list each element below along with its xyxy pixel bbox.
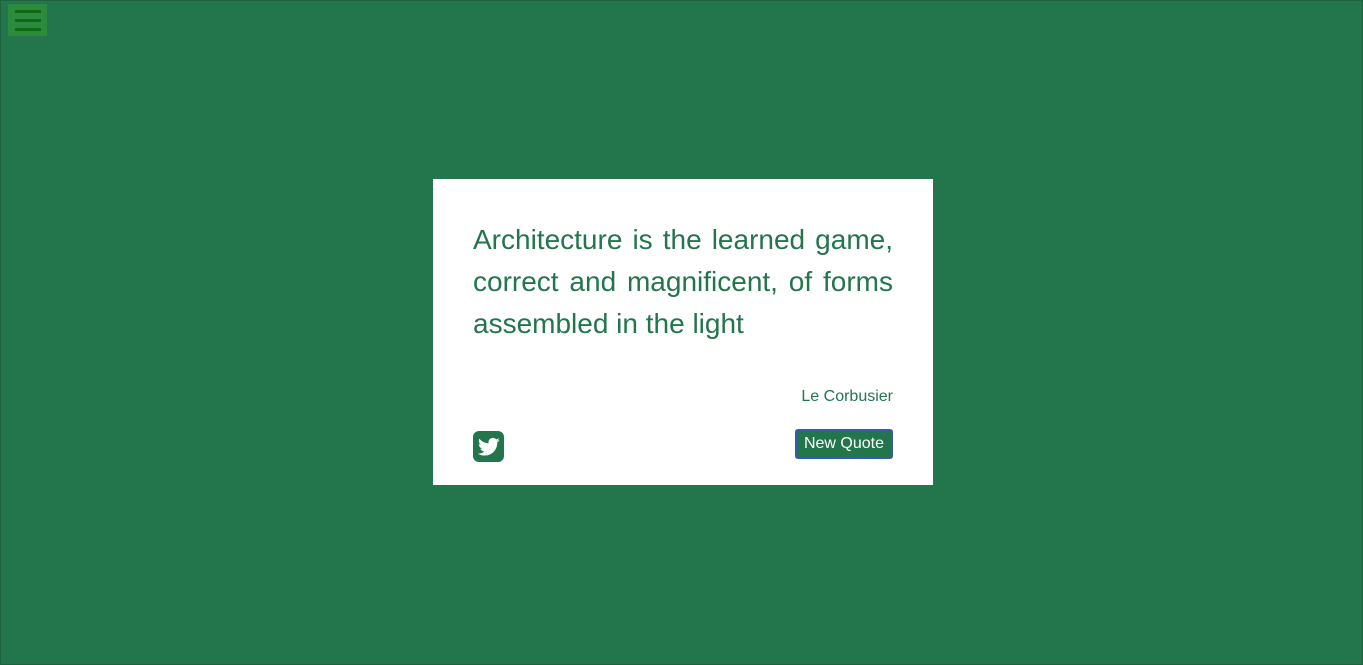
menu-bar [14, 9, 41, 13]
tweet-quote-button[interactable] [473, 431, 504, 462]
menu-bar [14, 27, 41, 31]
twitter-icon [477, 437, 500, 456]
quote-card: Architecture is the learned game, correc… [433, 179, 933, 485]
new-quote-button[interactable]: New Quote [794, 429, 893, 459]
hamburger-menu-button[interactable] [8, 4, 47, 36]
menu-bar [14, 18, 41, 22]
quote-text: Architecture is the learned game, correc… [473, 224, 893, 339]
quote-author: Le Corbusier [801, 388, 893, 405]
